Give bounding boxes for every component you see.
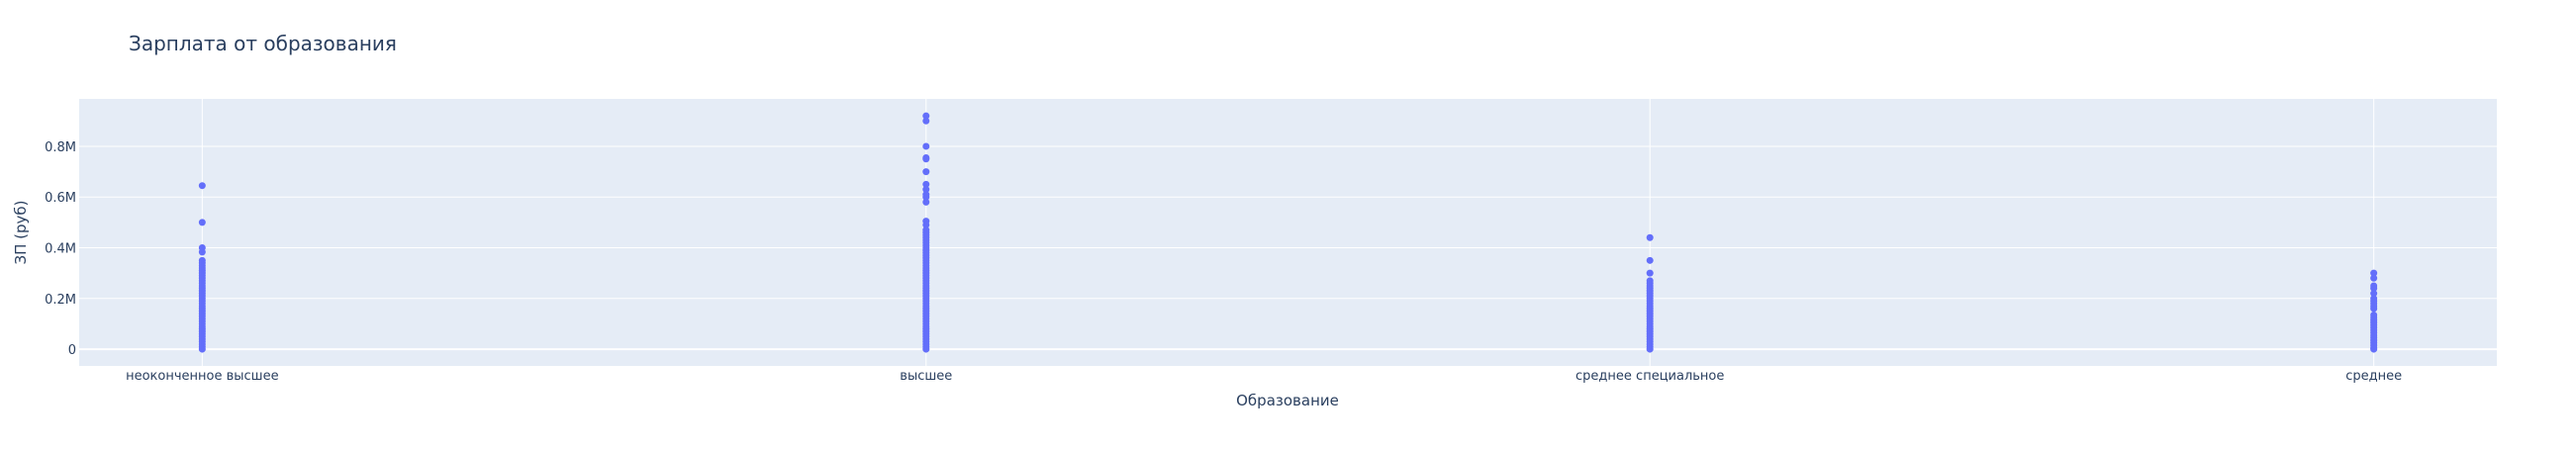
y-tick-label: 0.8M — [45, 140, 76, 155]
data-point — [1646, 269, 1654, 277]
data-point — [922, 117, 930, 125]
x-axis-title: Образование — [1236, 392, 1339, 409]
y-tick-label: 0.2M — [45, 293, 76, 308]
x-tick-label: высшее — [900, 369, 952, 384]
data-point — [1646, 345, 1654, 353]
data-point — [922, 168, 930, 176]
data-point — [198, 219, 206, 226]
y-tick-label: 0.4M — [45, 242, 76, 257]
plot-area — [79, 99, 2497, 366]
data-point — [922, 155, 930, 163]
data-point — [1646, 256, 1654, 264]
data-point — [922, 198, 930, 206]
data-point — [2370, 305, 2378, 313]
chart-title: Зарплата от образования — [129, 32, 397, 55]
data-point — [922, 142, 930, 150]
data-point — [2370, 345, 2378, 353]
data-point — [198, 248, 206, 256]
data-point — [922, 345, 930, 353]
x-axis-ticks: неоконченное высшее высшее среднее специал… — [126, 369, 2402, 384]
data-point — [2370, 274, 2378, 282]
x-tick-label: неоконченное высшее — [126, 369, 278, 384]
x-tick-label: среднее — [2345, 369, 2402, 384]
data-point — [1646, 233, 1654, 241]
y-tick-label: 0 — [68, 343, 76, 358]
y-tick-label: 0.6M — [45, 191, 76, 206]
scatter-chart: Зарплата от образования 0 0.2M 0.4M 0.6M 0.8… — [12, 32, 2497, 409]
data-point — [198, 345, 206, 353]
y-axis-ticks: 0 0.2M 0.4M 0.6M 0.8M — [45, 140, 76, 358]
y-axis-title: ЗП (руб) — [12, 200, 30, 264]
data-point — [198, 182, 206, 190]
x-tick-label: среднее специальное — [1575, 369, 1724, 384]
